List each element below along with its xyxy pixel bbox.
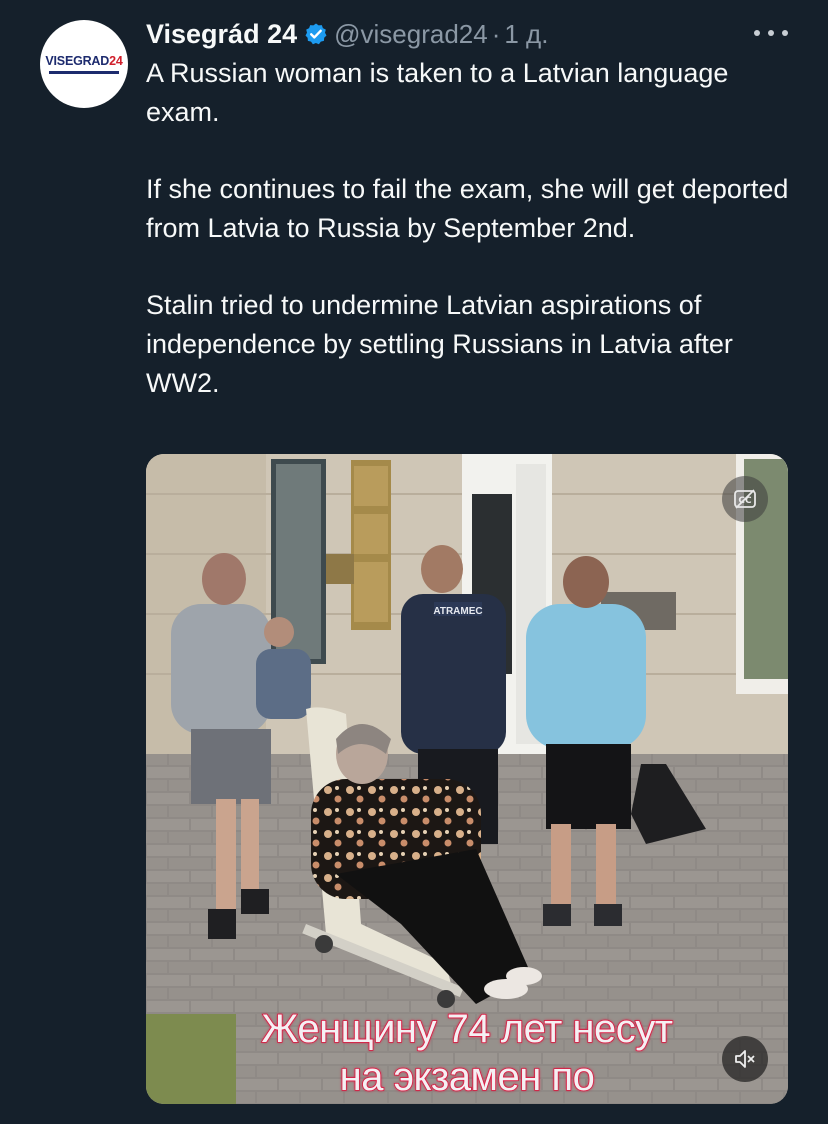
video-caption-line: Женщину 74 лет несут xyxy=(261,1006,674,1052)
guard-vest-text: ATRAMEC xyxy=(433,606,482,617)
volume-muted-icon[interactable] xyxy=(722,1036,768,1082)
avatar-logo-bar xyxy=(49,71,119,74)
avatar-logo: VISEGRAD24 xyxy=(45,54,123,68)
avatar[interactable]: VISEGRAD24 xyxy=(40,20,128,108)
tweet-paragraph: If she continues to fail the exam, she w… xyxy=(146,174,789,243)
tweet-paragraph: Stalin tried to undermine Latvian aspira… xyxy=(146,290,733,398)
video-caption-line: на экзамен по xyxy=(339,1054,596,1100)
tweet-text: A Russian woman is taken to a Latvian la… xyxy=(146,54,796,441)
display-name[interactable]: Visegrád 24 xyxy=(146,19,297,50)
closed-captions-off-icon[interactable]: CC xyxy=(722,476,768,522)
tweet[interactable]: VISEGRAD24 Visegrád 24 @visegrad24 · 1 д… xyxy=(0,0,828,1124)
man-blue-hoodie xyxy=(526,604,646,749)
security-guard xyxy=(401,594,506,754)
tweet-timestamp[interactable]: 1 д. xyxy=(504,19,548,50)
tweet-header: Visegrád 24 @visegrad24 · 1 д. xyxy=(146,14,548,54)
more-options-icon[interactable] xyxy=(754,18,788,48)
author-handle[interactable]: @visegrad24 xyxy=(334,19,488,50)
tweet-paragraph: A Russian woman is taken to a Latvian la… xyxy=(146,58,729,127)
separator-dot: · xyxy=(491,18,501,49)
verified-badge-icon[interactable] xyxy=(304,22,328,46)
